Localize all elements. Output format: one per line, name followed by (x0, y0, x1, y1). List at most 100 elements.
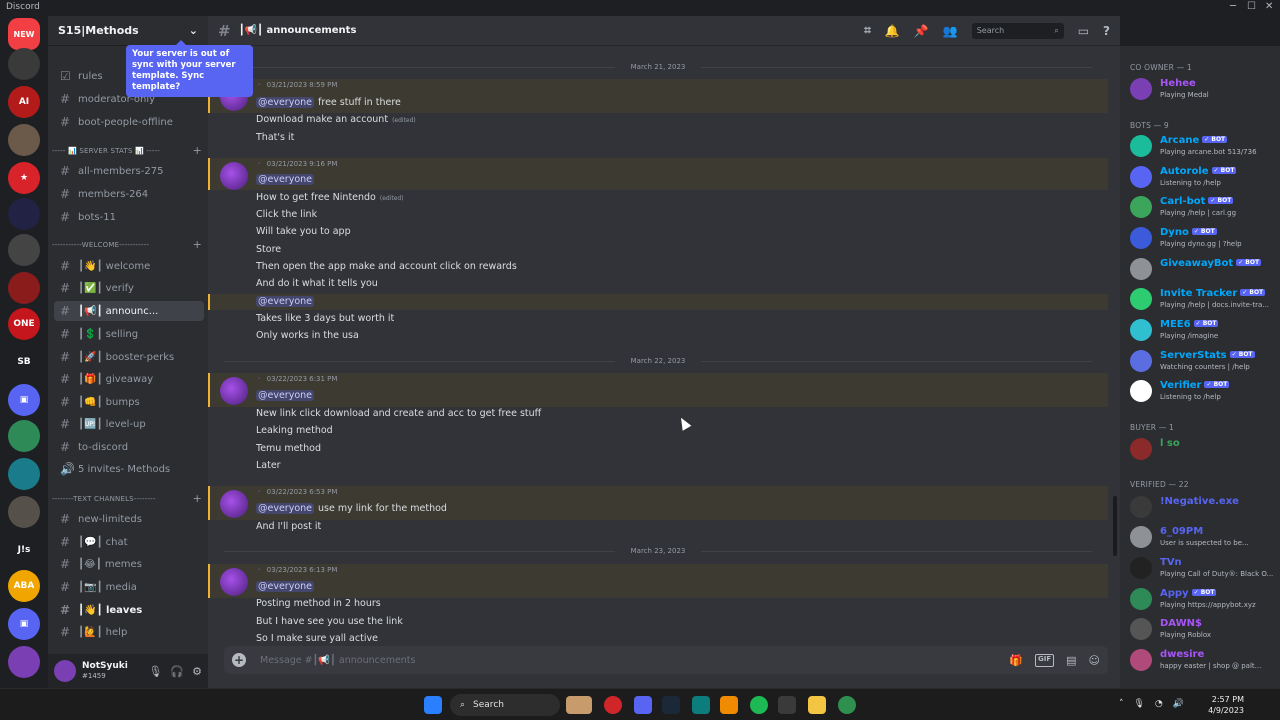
channel-item[interactable]: # ┃🆙┃ level-up (54, 414, 204, 434)
member-item[interactable]: Autorole ✓ BOT Listening to /help (1130, 164, 1280, 192)
new-unreads-pill[interactable]: NEW (8, 18, 40, 50)
channel-item[interactable]: # ┃📢┃ announc... (54, 301, 204, 321)
channel-category[interactable]: ----- 📊 SERVER STATS 📊 ----- + (52, 144, 202, 157)
threads-icon[interactable]: ⌗ (864, 23, 871, 38)
server-icon[interactable] (8, 124, 40, 156)
channel-item[interactable]: # members-264 (54, 184, 204, 204)
channel-item[interactable]: # ┃👊┃ bumps (54, 392, 204, 412)
member-item[interactable]: 6_09PM User is suspected to be... (1130, 524, 1280, 552)
add-channel-icon[interactable]: + (193, 492, 202, 505)
message-composer[interactable]: + Message #┃📢┃ announcements 🎁 GIF ▤ ☺ (224, 646, 1108, 674)
server-icon[interactable] (8, 48, 40, 80)
spotify-icon[interactable] (750, 696, 768, 714)
clock[interactable]: 2:57 PM 4/9/2023 (1208, 694, 1244, 716)
server-icon[interactable]: AI (8, 86, 40, 118)
everyone-mention[interactable]: @everyone (256, 296, 315, 307)
server-icon[interactable] (8, 272, 40, 304)
message[interactable]: · 03/21/2023 9:16 PM (208, 158, 1108, 190)
emoji-icon[interactable]: ☺ (1089, 654, 1100, 667)
microphone-icon[interactable]: 🎙 (1133, 699, 1144, 709)
channel-category[interactable]: -----------WELCOME----------- + (52, 238, 202, 251)
system-tray[interactable]: ˄ 🎙 ◔ 🔊 (1119, 699, 1184, 709)
everyone-mention[interactable]: @everyone (256, 97, 315, 108)
channel-item[interactable]: # ┃💲┃ selling (54, 324, 204, 344)
channel-item[interactable]: # new-limiteds (54, 509, 204, 529)
channel-item[interactable]: # to-discord (54, 437, 204, 457)
opera-icon[interactable] (604, 696, 622, 714)
microphone-icon[interactable]: 🎙 (148, 665, 162, 678)
minimize-button[interactable]: ─ (1230, 1, 1236, 12)
member-item[interactable]: dwesire happy easter | shop @ palt... (1130, 647, 1280, 675)
channel-item[interactable]: # ┃✅┃ verify (54, 278, 204, 298)
server-icon[interactable]: SB (8, 346, 40, 378)
everyone-mention[interactable]: @everyone (256, 581, 315, 592)
server-icon[interactable]: J!s (8, 534, 40, 566)
member-item[interactable]: Invite Tracker ✓ BOT Playing /help | docs.… (1130, 286, 1280, 314)
channel-item[interactable]: # ┃🎁┃ giveaway (54, 369, 204, 389)
attach-plus-icon[interactable]: + (232, 653, 246, 667)
wifi-icon[interactable]: ◔ (1155, 699, 1163, 709)
channel-category[interactable]: --------TEXT CHANNELS-------- + (52, 492, 202, 505)
windows-start-icon[interactable] (424, 696, 442, 714)
avatar[interactable] (220, 490, 248, 518)
member-item[interactable]: Dyno ✓ BOT Playing dyno.gg | ?help (1130, 225, 1280, 253)
server-icon[interactable] (8, 234, 40, 266)
member-item[interactable]: Verifier ✓ BOT Listening to /help (1130, 378, 1280, 406)
server-icon[interactable] (8, 646, 40, 678)
member-item[interactable]: MEE6 ✓ BOT Playing /imagine (1130, 317, 1280, 345)
everyone-mention[interactable]: @everyone (256, 390, 315, 401)
server-icon[interactable]: ★ (8, 162, 40, 194)
app-icon[interactable] (692, 696, 710, 714)
gif-icon[interactable]: GIF (1034, 653, 1055, 667)
chat-scrollbar[interactable] (1113, 496, 1117, 556)
member-item[interactable]: DAWN$ Playing Roblox (1130, 616, 1280, 644)
channel-item[interactable]: # bots-11 (54, 207, 204, 227)
headphones-icon[interactable]: 🎧 (170, 665, 184, 678)
message-author[interactable]: · (258, 375, 261, 383)
maximize-button[interactable]: ☐ (1247, 1, 1256, 12)
member-item[interactable]: Hehee Playing Medal (1130, 76, 1280, 104)
server-icon[interactable]: ONE (8, 308, 40, 340)
close-button[interactable]: ✕ (1265, 1, 1273, 12)
bell-icon[interactable]: 🔔 (885, 24, 900, 38)
taskbar-search[interactable]: ⌕ Search (450, 694, 560, 716)
member-item[interactable]: GiveawayBot ✓ BOT (1130, 256, 1280, 284)
channel-item[interactable]: # all-members-275 (54, 161, 204, 181)
member-item[interactable]: Arcane ✓ BOT Playing arcane.bot 513/736 (1130, 133, 1280, 161)
member-item[interactable]: ServerStats ✓ BOT Watching counters | /hel… (1130, 348, 1280, 376)
members-icon[interactable]: 👥 (943, 24, 958, 38)
steam-icon[interactable] (662, 696, 680, 714)
channel-item[interactable]: # ┃👋┃ leaves (54, 600, 204, 620)
sticker-icon[interactable]: ▤ (1066, 654, 1076, 667)
search-input[interactable]: Search ⌕ (971, 22, 1064, 39)
message-author[interactable]: · (258, 160, 261, 168)
member-item[interactable]: !Negative.exe (1130, 494, 1280, 522)
pin-icon[interactable]: 📌 (914, 24, 929, 38)
app-icon[interactable] (720, 696, 738, 714)
help-icon[interactable]: ? (1103, 24, 1110, 38)
chevron-up-icon[interactable]: ˄ (1119, 699, 1124, 709)
channel-item[interactable]: # ┃💬┃ chat (54, 532, 204, 552)
avatar[interactable] (220, 162, 248, 190)
inbox-icon[interactable]: ▭ (1078, 24, 1089, 38)
gift-icon[interactable]: 🎁 (1009, 654, 1023, 667)
channel-item[interactable]: # ┃👋┃ welcome (54, 256, 204, 276)
channel-item[interactable]: 🔊 5 invites- Methods (54, 459, 204, 479)
member-item[interactable]: Carl-bot ✓ BOT Playing /help | carl.gg (1130, 194, 1280, 222)
message[interactable]: · 03/22/2023 6:31 PM (208, 373, 1108, 407)
server-icon[interactable]: ▣ (8, 384, 40, 416)
server-icon[interactable] (8, 458, 40, 490)
volume-icon[interactable]: 🔊 (1173, 699, 1184, 709)
everyone-mention[interactable]: @everyone (256, 174, 315, 185)
server-icon[interactable] (8, 420, 40, 452)
channel-item[interactable]: # ┃😂┃ memes (54, 554, 204, 574)
message-author[interactable]: · (258, 81, 261, 89)
message-author[interactable]: · (258, 488, 261, 496)
member-item[interactable]: TVn Playing Call of Duty®: Black O... (1130, 555, 1280, 583)
server-icon[interactable] (8, 198, 40, 230)
everyone-mention[interactable]: @everyone (256, 503, 315, 514)
channel-item[interactable]: # ┃📷┃ media (54, 577, 204, 597)
widget-icon[interactable] (566, 696, 592, 714)
avatar[interactable] (220, 377, 248, 405)
channel-item[interactable]: # ┃🚀┃ booster-perks (54, 347, 204, 367)
